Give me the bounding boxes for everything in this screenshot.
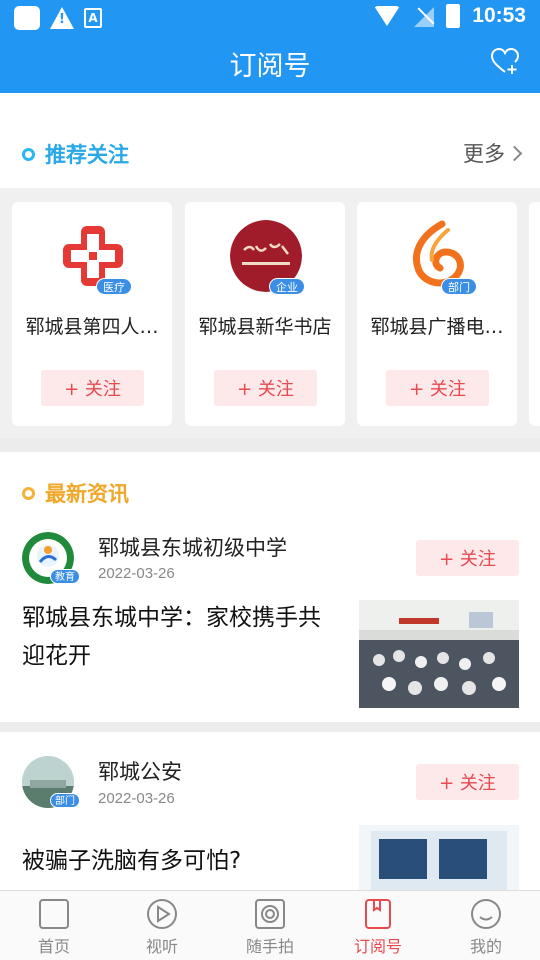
- account-card[interactable]: 部门 郓城县广播电… + 关注: [357, 202, 517, 426]
- category-tag: 部门: [50, 793, 80, 808]
- section-dot-icon: [22, 147, 35, 161]
- recommended-section: 推荐关注 更多 医疗 郓城县第四人… + 关注 企业 郓城县新华书店 + 关注 …: [0, 93, 540, 438]
- bookmark-icon: [365, 899, 391, 929]
- category-tag: 教育: [50, 569, 80, 584]
- tab-label: 订阅号: [353, 937, 402, 956]
- clock: 10:53: [472, 4, 526, 27]
- source-name[interactable]: 郓城公安: [98, 756, 182, 786]
- latest-title: 最新资讯: [45, 482, 129, 506]
- tab-label: 随手拍: [245, 937, 294, 956]
- heart-add-icon[interactable]: [490, 47, 520, 75]
- tab-profile[interactable]: 我的: [432, 891, 540, 960]
- follow-button[interactable]: + 关注: [416, 540, 519, 576]
- smile-icon: [471, 899, 501, 929]
- more-link[interactable]: 更多: [463, 138, 523, 168]
- app-header: A 10:53 订阅号: [0, 0, 540, 93]
- section-dot-icon: [22, 486, 35, 500]
- category-tag: 企业: [269, 278, 305, 295]
- home-square-icon: [39, 899, 69, 929]
- tab-media[interactable]: 视听: [108, 891, 216, 960]
- news-headline[interactable]: 郓城县东城中学：家校携手共迎花开: [22, 599, 342, 675]
- follow-button[interactable]: + 关注: [41, 370, 144, 406]
- recommended-carousel[interactable]: 医疗 郓城县第四人… + 关注 企业 郓城县新华书店 + 关注 部门 郓城县广播…: [0, 188, 540, 438]
- account-name: 郓城县广播电…: [370, 316, 504, 338]
- account-name: 郓城县新华书店: [198, 316, 332, 338]
- status-bar: A 10:53: [0, 0, 540, 36]
- wifi-icon: [374, 6, 401, 26]
- tab-label: 视听: [145, 937, 178, 956]
- recommended-header: 推荐关注: [22, 139, 129, 169]
- tab-home[interactable]: 首页: [0, 891, 108, 960]
- more-label: 更多: [463, 142, 505, 166]
- category-tag: 部门: [441, 278, 477, 295]
- no-signal-icon: [412, 5, 435, 27]
- source-avatar[interactable]: 部门: [22, 756, 80, 808]
- account-card[interactable]: 企业 郓城县新华书店 + 关注: [185, 202, 345, 426]
- latest-news-section: 最新资讯 教育 郓城县东城初级中学 2022-03-26 + 关注 郓城县东城中…: [0, 452, 540, 722]
- tab-label: 我的: [469, 937, 502, 956]
- tab-snapshot[interactable]: 随手拍: [216, 891, 324, 960]
- camera-icon: [255, 899, 285, 929]
- warning-icon: [50, 7, 74, 29]
- notification-icon: [14, 6, 40, 30]
- source-avatar[interactable]: 教育: [22, 532, 80, 584]
- publish-date: 2022-03-26: [98, 790, 175, 807]
- account-card-partial[interactable]: [529, 202, 540, 426]
- news-thumbnail[interactable]: [359, 825, 519, 892]
- account-name: 郓城县第四人…: [25, 316, 159, 338]
- publish-date: 2022-03-26: [98, 565, 175, 582]
- news-item: 部门 郓城公安 2022-03-26 + 关注 被骗子洗脑有多可怕?: [0, 732, 540, 892]
- category-tag: 医疗: [96, 278, 132, 295]
- follow-button[interactable]: + 关注: [214, 370, 317, 406]
- follow-button[interactable]: + 关注: [386, 370, 489, 406]
- tab-label: 首页: [37, 937, 70, 956]
- play-icon: [147, 899, 177, 929]
- page-title: 订阅号: [229, 51, 311, 82]
- app-a-icon: A: [84, 8, 102, 28]
- follow-button[interactable]: + 关注: [416, 764, 519, 800]
- news-thumbnail[interactable]: [359, 600, 519, 708]
- latest-header: 最新资讯: [22, 478, 129, 508]
- tab-subscriptions[interactable]: 订阅号: [324, 891, 432, 960]
- battery-icon: [446, 4, 461, 28]
- bottom-tab-bar: 首页 视听 随手拍 订阅号 我的: [0, 890, 540, 960]
- news-headline[interactable]: 被骗子洗脑有多可怕?: [22, 842, 342, 880]
- source-name[interactable]: 郓城县东城初级中学: [98, 532, 287, 562]
- account-card[interactable]: 医疗 郓城县第四人… + 关注: [12, 202, 172, 426]
- recommended-title: 推荐关注: [45, 143, 129, 167]
- chevron-right-icon: [506, 145, 523, 161]
